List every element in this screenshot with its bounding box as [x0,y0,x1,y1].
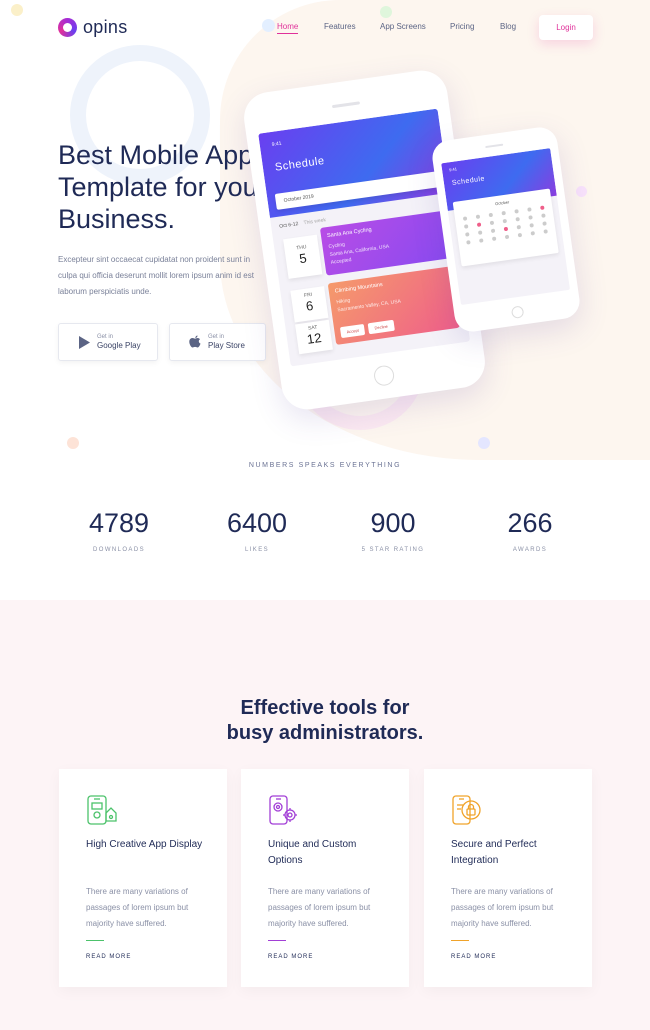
stat-value: 900 [370,508,416,538]
store-button-caption: Get in [97,334,114,340]
event-actions: Accept Decline [339,319,395,339]
nav-item-blog[interactable]: Blog [500,22,516,31]
tools-title-line2: busy administrators. [226,722,424,744]
status-time: 9:41 [448,166,458,173]
feature-divider [268,940,286,941]
nav-item-app-screens[interactable]: App Screens [380,22,426,31]
event-card: Santa Ana Cycling Cycling Santa Ana, Cal… [319,210,451,276]
lock-phone-icon [451,795,483,827]
feature-card: High Creative App Display There are many… [59,769,227,987]
play-store-button[interactable]: Get in Play Store [169,323,266,361]
google-play-button[interactable]: Get in Google Play [58,323,158,361]
schedule-title: Schedule [274,154,326,174]
day-card: FRI 6 [290,286,329,323]
accept-button: Accept [339,323,366,339]
date-range-label: Oct 6-12 [278,221,299,230]
stat-label: 5 STAR RATING [361,547,425,553]
stat-likes: 6400 LIKES [197,508,317,553]
phone-speaker [331,101,360,109]
day-date: 12 [306,330,323,347]
day-date: 6 [304,297,315,314]
tools-title-line1: Effective tools for [240,697,410,719]
feature-title: Unique and Custom Options [268,839,357,866]
stat-label: LIKES [244,547,269,553]
decorative-dot [262,19,275,32]
feature-title: High Creative App Display [86,839,203,850]
apple-icon [188,335,202,349]
calendar-widget: October [452,188,559,267]
date-range-note: This week [303,217,327,227]
store-button-label: Google Play [97,341,141,350]
stat-downloads: 4789 DOWNLOADS [59,508,179,553]
stat-value: 6400 [226,508,288,538]
nav-item-home[interactable]: Home [277,22,299,34]
day-card: SAT 12 [295,319,333,355]
stat-label: AWARDS [512,547,548,553]
stat-rating: 900 5 STAR RATING [333,508,453,553]
hero-description: Excepteur sint occaecat cupidatat non pr… [58,255,254,296]
feature-title: Secure and Perfect Integration [451,839,537,866]
stat-value: 4789 [88,508,150,538]
calendar-grid [461,205,550,245]
feature-divider [86,940,104,941]
brand-name: opins [83,17,128,37]
store-button-caption: Get in [208,334,225,340]
phone-speaker [485,143,504,149]
stat-value: 266 [507,508,553,538]
phone-mockup-small: 9:41 Schedule October [430,125,582,334]
decorative-dot [11,4,23,16]
phone-home-button [372,364,395,387]
decorative-dot [67,437,79,449]
event-card: Climbing Mountains Hiking Sacramento Val… [327,266,461,345]
decorative-dot [380,6,392,18]
decorative-dot [576,186,587,197]
read-more-link[interactable]: READ MORE [86,954,131,960]
store-button-label: Play Store [208,341,245,350]
app-display-icon [86,795,118,827]
decorative-dot [478,437,490,449]
logo-icon [58,18,77,37]
day-card: THU 5 [283,234,323,279]
nav-item-pricing[interactable]: Pricing [450,22,474,31]
login-button[interactable]: Login [539,15,593,40]
status-time: 9:41 [271,140,282,148]
gear-phone-icon [268,795,300,827]
feature-description: There are many variations of passages of… [451,887,554,928]
feature-description: There are many variations of passages of… [268,887,371,928]
play-icon [77,335,91,349]
stat-awards: 266 AWARDS [470,508,590,553]
feature-card: Secure and Perfect Integration There are… [424,769,592,987]
phone-home-button [510,305,525,319]
feature-card: Unique and Custom Options There are many… [241,769,409,987]
brand-logo[interactable]: opins [58,17,128,38]
schedule-title: Schedule [451,175,486,188]
read-more-link[interactable]: READ MORE [268,954,313,960]
nav-item-features[interactable]: Features [324,22,356,31]
feature-description: There are many variations of passages of… [86,887,189,928]
tools-title: Effective tools for busy administrators. [0,696,650,746]
feature-divider [451,940,469,941]
date-range: Oct 6-12 This week [279,217,326,229]
day-date: 5 [298,250,308,267]
stat-label: DOWNLOADS [93,547,145,553]
numbers-heading: NUMBERS SPEAKS EVERYTHING [248,462,402,469]
phone-screen: 9:41 Schedule October [441,148,570,305]
read-more-link[interactable]: READ MORE [451,954,496,960]
decline-button: Decline [367,319,395,335]
